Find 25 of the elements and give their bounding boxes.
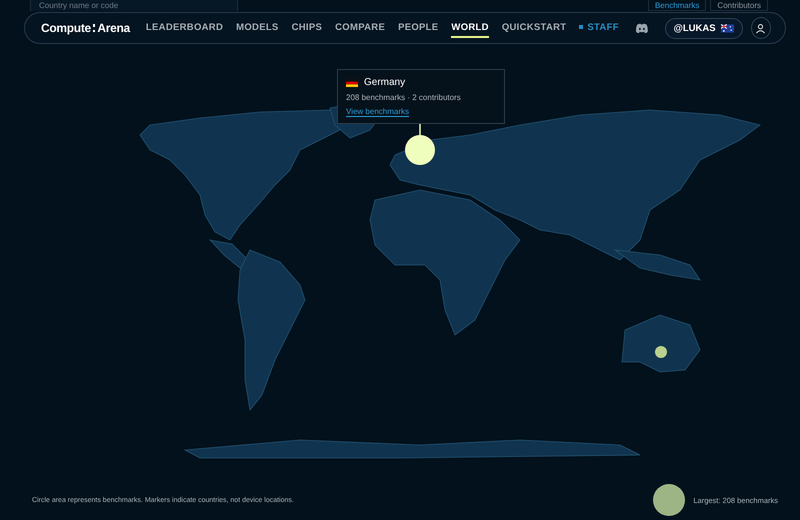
nav-link[interactable]: LEADERBOARD [146, 18, 224, 38]
country-name: Germany [364, 77, 406, 88]
leader-line [419, 124, 421, 136]
flag-icon [720, 24, 734, 32]
nav-link[interactable]: PEOPLE [398, 18, 438, 38]
country-stats: 208 benchmarks · 2 contributors [346, 93, 462, 102]
nav-link[interactable]: QUICKSTART [502, 18, 566, 38]
toggle-tab[interactable]: Benchmarks [648, 0, 706, 11]
staff-link[interactable]: STAFF [579, 18, 619, 38]
country-marker[interactable] [655, 346, 667, 358]
chat-bubble-icon[interactable] [634, 22, 649, 34]
country-marker[interactable] [405, 135, 435, 165]
user-button[interactable]: @LUKAS [664, 18, 743, 38]
flag-icon [346, 78, 358, 86]
legend-circle-icon [653, 484, 686, 516]
nav-link[interactable]: MODELS [236, 18, 279, 38]
search-field[interactable]: Country name or code [30, 0, 238, 11]
nav-link[interactable]: WORLD [451, 18, 489, 38]
logo[interactable]: Compute Arena [41, 21, 130, 35]
view-benchmarks-link[interactable]: View benchmarks [346, 107, 409, 117]
account-button[interactable] [750, 17, 771, 39]
toggle-tab[interactable]: Contributors [710, 0, 768, 11]
user-icon [755, 22, 766, 34]
nav-link[interactable]: COMPARE [335, 18, 386, 38]
nav-link[interactable]: CHIPS [292, 18, 322, 38]
